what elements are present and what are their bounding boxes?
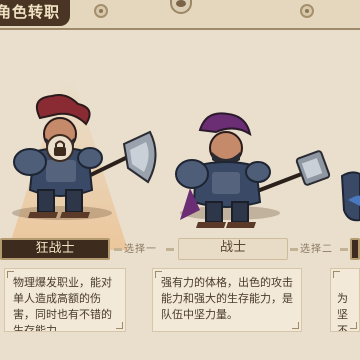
warrior-name-plate[interactable]: 战士 (178, 238, 288, 260)
selector-arrow (290, 248, 298, 251)
header-bar: 角色转职 (0, 0, 360, 30)
warrior-name: 战士 (219, 240, 246, 255)
warrior-description-card: 强有力的体格，出色的攻击能力和强大的生存能力，是队伍中坚力量。 (152, 268, 302, 332)
warrior-description: 强有力的体格，出色的攻击能力和强大的生存能力，是队伍中坚力量。 (161, 276, 293, 321)
third-description-card: 为坚 不可 (330, 268, 360, 332)
header-ornament-left (94, 4, 108, 18)
third-name-plate[interactable] (350, 238, 360, 260)
selector-option-two[interactable]: 选择二 (300, 243, 333, 257)
berserker-description: 物理爆发职业，能对单人造成高额的伤害，同时也有不错的生存能力。 (13, 276, 112, 332)
third-character-partial[interactable] (338, 170, 360, 230)
selector-arrow (114, 248, 122, 251)
lock-icon (46, 134, 74, 162)
header-ornament-right (300, 4, 314, 18)
selector-arrow (340, 248, 348, 251)
berserker-name-plate[interactable]: 狂战士 (0, 238, 110, 260)
page-title: 角色转职 (0, 0, 70, 26)
berserker-name: 狂战士 (35, 241, 75, 256)
selector-option-one[interactable]: 选择一 (124, 243, 157, 257)
berserker-description-card: 物理爆发职业，能对单人造成高额的伤害，同时也有不错的生存能力。 (4, 268, 126, 332)
selector-arrow (166, 248, 174, 251)
emblem-icon (170, 0, 192, 14)
character-stage (0, 30, 360, 250)
berserker-character[interactable] (0, 90, 170, 220)
third-description: 为坚 不可 (337, 292, 348, 332)
warrior-character[interactable] (170, 110, 340, 230)
